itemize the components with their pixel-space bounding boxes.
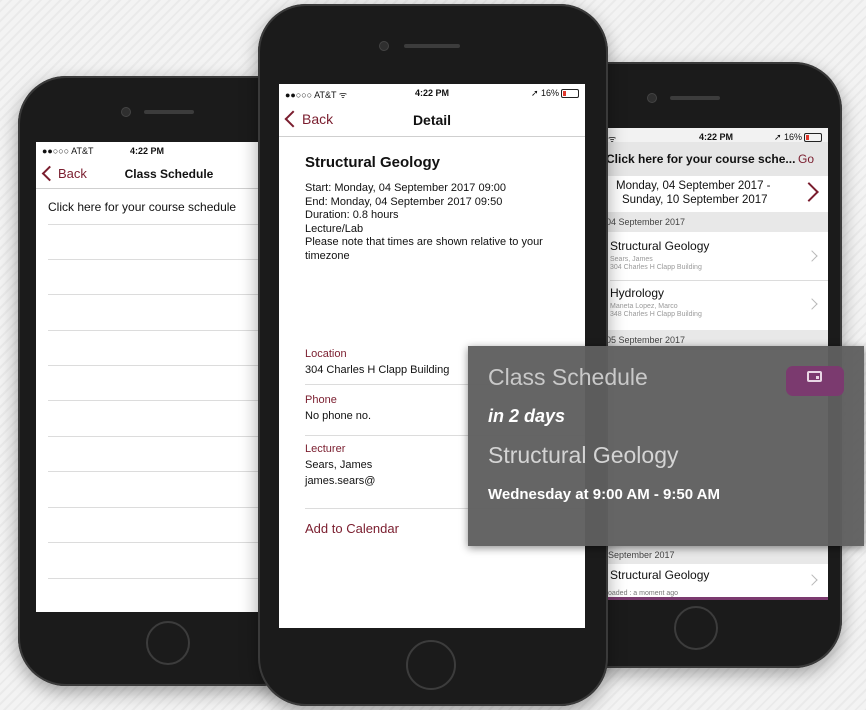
- battery-percent: 16%: [540, 88, 559, 98]
- row-divider: [48, 365, 258, 366]
- add-to-calendar-button[interactable]: Add to Calendar: [305, 521, 399, 536]
- battery-indicator: ➚ 16%: [531, 88, 579, 99]
- item-title: Structural Geology: [610, 239, 710, 253]
- front-camera: [380, 42, 388, 50]
- row-divider: [48, 330, 258, 331]
- timezone-note: Please note that times are shown relativ…: [305, 236, 543, 262]
- item-title: Structural Geology: [610, 568, 710, 582]
- list-item[interactable]: Hydrology Maneta Lopez, Marco 348 Charle…: [604, 281, 828, 329]
- chevron-right-icon: [806, 298, 818, 310]
- lecturer-name: Sears, James: [305, 459, 373, 471]
- row-divider: [48, 507, 258, 508]
- duration: Duration: 0.8 hours: [305, 209, 399, 221]
- list-item[interactable]: Structural Geology: [604, 564, 828, 590]
- chevron-right-icon: [806, 574, 818, 586]
- row-divider: [48, 400, 258, 401]
- phone-value: No phone no.: [305, 410, 372, 422]
- location-label: Location: [305, 348, 347, 360]
- left-phone-screen: ●●○○○ AT&T 4:22 PM Back Class Schedule C…: [36, 142, 258, 612]
- speaker-grille: [670, 96, 720, 100]
- loaded-status: oaded : a moment ago: [608, 590, 679, 597]
- item-lecturer: Sears, James: [610, 256, 653, 263]
- chevron-right-icon[interactable]: [799, 182, 819, 202]
- date-range-start: Monday, 04 September 2017 -: [616, 180, 771, 192]
- lecturer-label: Lecturer: [305, 443, 346, 455]
- row-divider: [48, 542, 258, 543]
- home-button[interactable]: [674, 606, 718, 650]
- course-title: Structural Geology: [305, 154, 441, 171]
- schedule-link-row[interactable]: Click here for your course schedule: [48, 200, 236, 214]
- status-time: 4:22 PM: [129, 146, 164, 156]
- nav-divider: [36, 188, 258, 189]
- battery-icon: [561, 89, 579, 99]
- notification-time: Wednesday at 9:00 AM - 9:50 AM: [488, 486, 721, 503]
- row-divider: [48, 259, 258, 260]
- list-item[interactable]: Structural Geology Sears, James 304 Char…: [604, 232, 828, 280]
- calendar-glyph-dot: [816, 376, 819, 379]
- item-lecturer: Maneta Lopez, Marco: [610, 303, 678, 310]
- item-location: 348 Charles H Clapp Building: [610, 311, 702, 318]
- battery-percent: 16%: [783, 132, 802, 142]
- schedule-banner[interactable]: Click here for your course sche... Go: [604, 142, 828, 176]
- go-button[interactable]: Go: [798, 152, 814, 166]
- front-camera: [648, 94, 656, 102]
- row-divider: [48, 436, 258, 437]
- page-title: Detail: [412, 112, 452, 128]
- calendar-badge-icon: [786, 366, 844, 396]
- notification-app-name: Class Schedule: [488, 364, 648, 390]
- end-time: End: Monday, 04 September 2017 09:50: [305, 195, 503, 208]
- start-time: Start: Monday, 04 September 2017 09:00: [305, 182, 506, 194]
- item-title: Hydrology: [610, 286, 665, 300]
- class-type: Lecture/Lab: [305, 222, 364, 235]
- home-button[interactable]: [406, 640, 456, 690]
- page-title: Class Schedule: [124, 167, 214, 181]
- notification-course: Structural Geology: [488, 442, 679, 468]
- toolbar-edge: [604, 597, 828, 600]
- battery-icon: [804, 133, 822, 143]
- speaker-grille: [404, 44, 460, 48]
- notification-when: in 2 days: [488, 406, 566, 426]
- chevron-right-icon: [806, 250, 818, 262]
- status-bar: ᯤ 4:22 PM ➚ 16%: [604, 128, 828, 144]
- banner-text: Click here for your course sche...: [606, 152, 796, 166]
- phone-label: Phone: [305, 394, 337, 406]
- row-divider: [48, 471, 258, 472]
- course-details: Start: Monday, 04 September 2017 09:00 E…: [305, 182, 567, 263]
- row-divider: [48, 294, 258, 295]
- location-value[interactable]: 304 Charles H Clapp Building: [305, 364, 449, 376]
- lecturer-email[interactable]: james.sears@: [305, 475, 375, 487]
- calendar-glyph: [807, 371, 822, 382]
- item-location: 304 Charles H Clapp Building: [610, 264, 702, 271]
- home-button[interactable]: [146, 621, 190, 665]
- notification-banner[interactable]: Class Schedule in 2 days Structural Geol…: [468, 346, 864, 546]
- status-bar: ●●○○○ AT&T 4:22 PM: [36, 142, 258, 156]
- date-range[interactable]: Monday, 04 September 2017 - Sunday, 10 S…: [604, 176, 828, 210]
- row-divider: [48, 224, 258, 225]
- speaker-grille: [144, 110, 194, 114]
- front-camera: [122, 108, 130, 116]
- status-bar: ●●○○○ AT&T ᯤ 4:22 PM ➚ 16%: [279, 84, 585, 100]
- section-header: September 2017: [604, 544, 828, 564]
- date-range-end: Sunday, 10 September 2017: [622, 194, 768, 206]
- row-divider: [48, 578, 258, 579]
- section-header: 04 September 2017: [604, 212, 828, 232]
- nav-divider: [279, 136, 585, 137]
